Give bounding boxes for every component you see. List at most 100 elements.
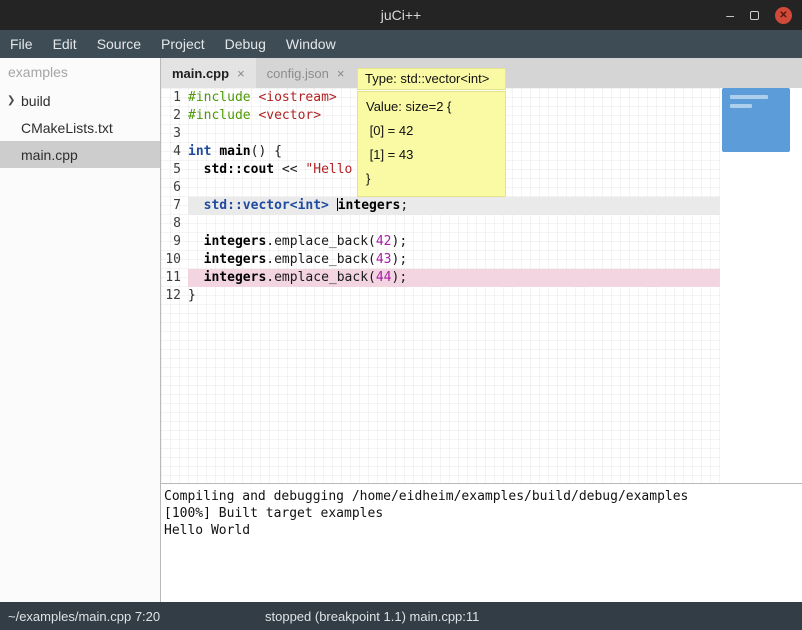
tooltip-type: Type: std::vector<int> <box>357 68 506 90</box>
tree-item-main.cpp[interactable]: main.cpp <box>0 141 160 168</box>
code-text: std::vector<int> integers; <box>188 197 720 215</box>
title-bar: juCi++ – ✕ <box>0 0 802 30</box>
code-token: 42 <box>376 234 392 249</box>
line-number[interactable]: 12 <box>161 287 188 305</box>
code-line[interactable]: 9 integers.emplace_back(42); <box>161 233 720 251</box>
code-line[interactable]: 10 integers.emplace_back(43); <box>161 251 720 269</box>
close-icon[interactable]: ✕ <box>775 7 792 24</box>
code-token <box>188 198 204 213</box>
line-number[interactable]: 2 <box>161 107 188 125</box>
code-text: } <box>188 287 720 305</box>
menu-item-source[interactable]: Source <box>87 30 151 58</box>
code-token: .emplace_back( <box>266 270 376 285</box>
code-line[interactable]: 7 std::vector<int> integers; <box>161 197 720 215</box>
code-token: () { <box>251 144 282 159</box>
code-token: integers <box>204 234 267 249</box>
code-token <box>188 270 204 285</box>
scroll-overview-indicator[interactable] <box>722 88 790 152</box>
line-number[interactable]: 7 <box>161 197 188 215</box>
project-name: examples <box>0 58 160 87</box>
code-token: ); <box>392 270 408 285</box>
tooltip-value-line: [0] = 42 <box>366 119 497 143</box>
tab-main.cpp[interactable]: main.cpp × <box>161 58 256 88</box>
window-controls: – ✕ <box>726 0 792 30</box>
tooltip-value-line: Value: size=2 { <box>366 95 497 119</box>
code-token: #include <box>188 90 251 105</box>
menu-item-project[interactable]: Project <box>151 30 215 58</box>
code-token <box>329 198 337 213</box>
tree-item-cmakelists.txt[interactable]: CMakeLists.txt <box>0 114 160 141</box>
menu-item-edit[interactable]: Edit <box>43 30 87 58</box>
tree-item-build[interactable]: ❯build <box>0 87 160 114</box>
tree-item-label: CMakeLists.txt <box>21 120 113 136</box>
tooltip-value-line: } <box>366 167 497 191</box>
code-token: integers <box>204 252 267 267</box>
code-token: integers <box>204 270 267 285</box>
status-debug-state: stopped (breakpoint 1.1) main.cpp:11 <box>265 609 479 624</box>
tab-config.json[interactable]: config.json × <box>256 58 356 88</box>
code-line[interactable]: 12} <box>161 287 720 305</box>
chevron-right-icon[interactable]: ❯ <box>7 95 21 106</box>
code-token: } <box>188 288 196 303</box>
tooltip-value: Value: size=2 { [0] = 42 [1] = 43} <box>357 91 506 197</box>
line-number[interactable]: 4 <box>161 143 188 161</box>
debug-tooltip: Type: std::vector<int> Value: size=2 { [… <box>357 68 506 197</box>
line-number[interactable]: 1 <box>161 89 188 107</box>
code-token: 44 <box>376 270 392 285</box>
tooltip-value-line: [1] = 43 <box>366 143 497 167</box>
code-text: integers.emplace_back(42); <box>188 233 720 251</box>
code-text: integers.emplace_back(43); <box>188 251 720 269</box>
code-token: .emplace_back( <box>266 252 376 267</box>
code-token <box>188 162 204 177</box>
code-text <box>188 215 720 233</box>
file-tree: ❯build CMakeLists.txt main.cpp <box>0 87 160 168</box>
code-line[interactable]: 8 <box>161 215 720 233</box>
output-line: Hello World <box>164 522 802 539</box>
status-file-position: ~/examples/main.cpp 7:20 <box>0 609 160 624</box>
code-text: integers.emplace_back(44); <box>188 269 720 287</box>
line-number[interactable]: 10 <box>161 251 188 269</box>
code-token <box>188 252 204 267</box>
menubar: FileEditSourceProjectDebugWindow <box>0 30 802 58</box>
menu-item-file[interactable]: File <box>0 30 43 58</box>
line-number[interactable]: 9 <box>161 233 188 251</box>
tab-label: config.json <box>267 66 329 81</box>
line-number[interactable]: 5 <box>161 161 188 179</box>
menu-item-window[interactable]: Window <box>276 30 346 58</box>
code-token: .emplace_back( <box>266 234 376 249</box>
scrollbar-gutter[interactable] <box>720 88 802 483</box>
maximize-icon[interactable] <box>750 11 759 20</box>
line-number[interactable]: 6 <box>161 179 188 197</box>
output-pane[interactable]: Compiling and debugging /home/eidheim/ex… <box>161 483 802 602</box>
output-line: [100%] Built target examples <box>164 505 802 522</box>
overview-text-line <box>730 104 752 108</box>
output-line: Compiling and debugging /home/eidheim/ex… <box>164 488 802 505</box>
file-tree-panel[interactable]: examples ❯build CMakeLists.txt main.cpp <box>0 58 161 602</box>
tree-item-label: build <box>21 93 51 109</box>
tree-item-label: main.cpp <box>21 147 78 163</box>
code-token: <iostream> <box>258 90 336 105</box>
line-number[interactable]: 11 <box>161 269 188 287</box>
code-token: ; <box>400 198 408 213</box>
code-token: <vector> <box>258 108 321 123</box>
tab-close-icon[interactable]: × <box>237 66 245 81</box>
code-token: #include <box>188 108 251 123</box>
window-title: juCi++ <box>381 7 421 23</box>
code-token <box>188 234 204 249</box>
code-line[interactable]: 11 integers.emplace_back(44); <box>161 269 720 287</box>
status-bar: ~/examples/main.cpp 7:20 stopped (breakp… <box>0 602 802 630</box>
minimize-icon[interactable]: – <box>726 0 734 30</box>
code-token: ); <box>392 252 408 267</box>
menu-item-debug[interactable]: Debug <box>215 30 276 58</box>
code-token: main <box>219 144 250 159</box>
code-token: int <box>188 144 211 159</box>
code-token: std::cout <box>204 162 274 177</box>
tab-label: main.cpp <box>172 66 229 81</box>
code-token: integers <box>338 198 401 213</box>
line-number[interactable]: 8 <box>161 215 188 233</box>
code-token: << <box>274 162 305 177</box>
line-number[interactable]: 3 <box>161 125 188 143</box>
code-token: std::vector<int> <box>204 198 329 213</box>
tab-close-icon[interactable]: × <box>337 66 345 81</box>
code-token: 43 <box>376 252 392 267</box>
